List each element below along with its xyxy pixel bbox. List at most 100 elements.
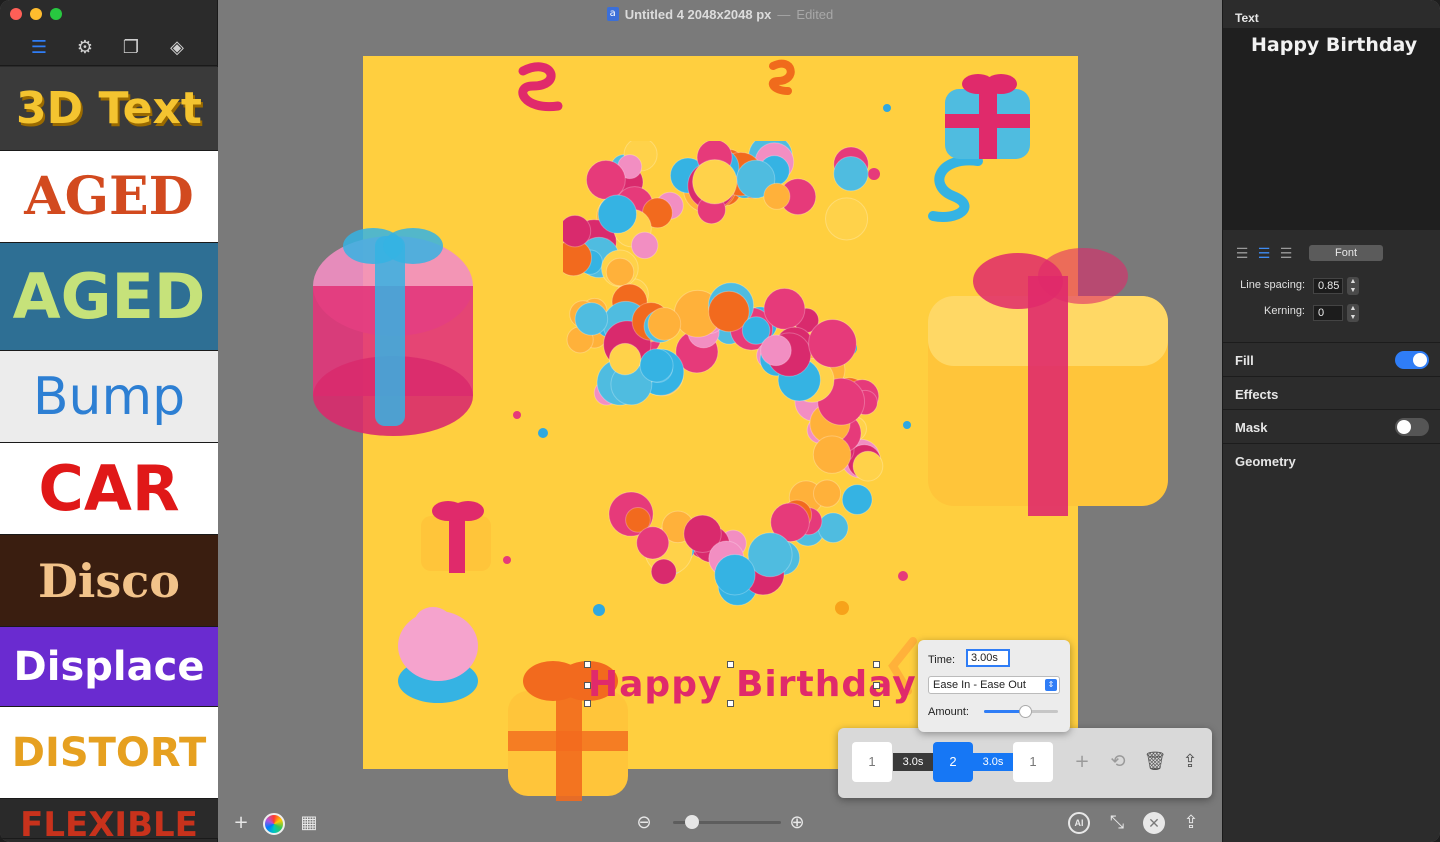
kerning-stepper[interactable]: ▲ ▼ xyxy=(1347,304,1359,322)
confetti-dot xyxy=(898,571,908,581)
add-icon[interactable]: + xyxy=(230,812,252,834)
align-center-icon[interactable]: ☰ xyxy=(1257,246,1271,262)
ribbon-curl xyxy=(518,62,563,112)
zoom-in-icon[interactable]: ⊕ xyxy=(786,812,808,834)
line-spacing-field[interactable]: 0.85 xyxy=(1313,278,1343,294)
confetti-dot xyxy=(503,556,511,564)
section-fill[interactable]: Fill xyxy=(1223,342,1440,375)
time-input[interactable]: 3.00s xyxy=(966,649,1010,667)
line-spacing-stepper[interactable]: ▲ ▼ xyxy=(1347,277,1359,295)
duration-2[interactable]: 3.0s xyxy=(973,753,1013,771)
fill-toggle[interactable] xyxy=(1395,351,1429,369)
selection-handle[interactable] xyxy=(873,700,880,707)
align-right-icon[interactable]: ☰ xyxy=(1279,246,1293,262)
selection-handle[interactable] xyxy=(584,700,591,707)
selection-handle[interactable] xyxy=(727,661,734,668)
section-label: Mask xyxy=(1235,420,1268,435)
bottom-toolbar: + ▦ ⊖ ⊕ AI ⤡ ✕ ⇪ xyxy=(218,804,1222,842)
add-keyframe-icon[interactable]: + xyxy=(1070,750,1094,774)
gift-box xyxy=(313,228,473,436)
loop-icon[interactable]: ⟲ xyxy=(1106,750,1130,774)
preset-label: DISTORT xyxy=(11,729,207,776)
section-effects[interactable]: Effects xyxy=(1223,375,1440,409)
ribbon-curl xyxy=(768,59,795,95)
minimize-window-button[interactable] xyxy=(30,8,42,20)
font-button[interactable]: Font xyxy=(1309,245,1383,261)
section-label: Fill xyxy=(1235,353,1254,368)
mask-toggle[interactable] xyxy=(1395,418,1429,436)
share-icon[interactable]: ⇪ xyxy=(1178,750,1202,774)
section-label: Geometry xyxy=(1235,453,1296,469)
selection-handle[interactable] xyxy=(873,661,880,668)
preset-label: CAR xyxy=(38,452,180,525)
keyframe-2[interactable]: 2 xyxy=(933,742,973,782)
export-icon[interactable]: ⇪ xyxy=(1180,812,1202,834)
ai-button[interactable]: AI xyxy=(1068,812,1090,834)
trash-icon[interactable]: 🗑 xyxy=(1143,750,1167,774)
gear-icon[interactable]: ⚙ xyxy=(74,37,96,59)
title-bar: a Untitled 4 2048x2048 px — Edited xyxy=(218,0,1222,28)
preset-label: FLEXIBLE xyxy=(20,805,198,839)
canvas-area[interactable]: Happy Birthday 1 3.0s 2 3.0s 1 + ⟲ 🗑 ⇪ T… xyxy=(218,28,1222,804)
keyframe-3[interactable]: 1 xyxy=(1013,742,1053,782)
numeral-five xyxy=(563,141,884,606)
easing-value: Ease In - Ease Out xyxy=(933,679,1026,691)
text-layer-happy-birthday[interactable]: Happy Birthday xyxy=(588,664,917,705)
selection-handle[interactable] xyxy=(584,661,591,668)
preset-item[interactable]: Disco xyxy=(0,535,218,627)
duration-1[interactable]: 3.0s xyxy=(893,753,933,771)
confetti-dot xyxy=(883,104,891,112)
preset-sidebar: ☰ ⚙ ❐ ◈ 3D Text AGED AGED Bump CAR Disco Displace… xyxy=(0,0,218,842)
preset-item[interactable]: DISTORT xyxy=(0,707,218,799)
easing-select[interactable]: Ease In - Ease Out ⇕ xyxy=(928,676,1060,694)
grid-icon[interactable]: ▦ xyxy=(298,812,320,834)
selection-handle[interactable] xyxy=(584,682,591,689)
align-left-icon[interactable]: ☰ xyxy=(1235,246,1249,262)
amount-slider[interactable] xyxy=(984,705,1058,718)
preset-item[interactable]: AGED xyxy=(0,151,218,243)
app-window: ☰ ⚙ ❐ ◈ 3D Text AGED AGED Bump CAR Disco Displace… xyxy=(0,0,1440,842)
resize-icon[interactable]: ⤡ xyxy=(1106,812,1128,834)
preset-label: Disco xyxy=(38,553,180,608)
amount-knob[interactable] xyxy=(1018,705,1032,718)
zoom-out-icon[interactable]: ⊖ xyxy=(633,812,655,834)
text-editor[interactable]: Happy Birthday xyxy=(1223,28,1440,230)
zoom-window-button[interactable] xyxy=(50,8,62,20)
list-icon[interactable]: ☰ xyxy=(28,37,50,59)
preset-item[interactable]: CAR xyxy=(0,443,218,535)
keyframe-1[interactable]: 1 xyxy=(852,742,892,782)
close-timeline-button[interactable]: ✕ xyxy=(1143,812,1165,834)
section-mask[interactable]: Mask xyxy=(1223,409,1440,442)
preset-item[interactable]: Bump xyxy=(0,351,218,443)
confetti-dot xyxy=(538,428,548,438)
preset-item[interactable]: AGED xyxy=(0,243,218,351)
toggle-knob xyxy=(1413,353,1427,367)
gift-box xyxy=(928,248,1168,516)
preset-label: Displace xyxy=(13,643,205,690)
gift-box xyxy=(945,74,1030,159)
preset-item[interactable]: FLEXIBLE xyxy=(0,799,218,839)
section-geometry[interactable]: Geometry xyxy=(1223,442,1440,476)
layers-icon[interactable]: ◈ xyxy=(166,37,188,59)
document-status: Edited xyxy=(796,6,834,22)
color-wheel-icon[interactable] xyxy=(263,813,285,835)
kerning-field[interactable]: 0 xyxy=(1313,305,1343,321)
selection-handle[interactable] xyxy=(727,700,734,707)
preset-item[interactable]: 3D Text xyxy=(0,67,218,151)
chevron-updown-icon: ⇕ xyxy=(1045,679,1057,691)
selection-handle[interactable] xyxy=(873,682,880,689)
close-window-button[interactable] xyxy=(10,8,22,20)
text-editor-content: Happy Birthday xyxy=(1251,34,1418,56)
confetti-dot xyxy=(513,411,521,419)
line-spacing-label: Line spacing: xyxy=(1240,279,1305,291)
text-alignment: ☰ ☰ ☰ xyxy=(1235,246,1293,262)
zoom-slider[interactable] xyxy=(673,815,781,829)
preset-label: AGED xyxy=(24,166,194,227)
shapes-icon[interactable]: ❐ xyxy=(120,37,142,59)
title-separator: — xyxy=(777,6,791,22)
inspector-header: Text xyxy=(1235,11,1259,25)
zoom-knob[interactable] xyxy=(685,815,700,829)
preset-item[interactable]: Displace xyxy=(0,627,218,707)
preset-label: 3D Text xyxy=(16,83,202,134)
window-controls xyxy=(10,8,62,20)
